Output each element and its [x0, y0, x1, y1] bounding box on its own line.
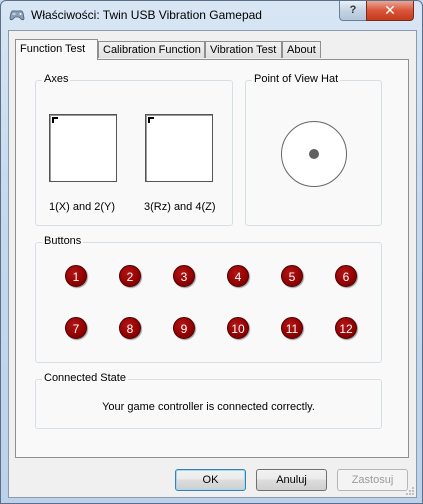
cancel-button[interactable]: Anuluj — [256, 469, 327, 491]
connected-state-message: Your game controller is connected correc… — [102, 401, 315, 413]
window-title: Właściwości: Twin USB Vibration Gamepad — [31, 8, 262, 22]
gamepad-button-2: 2 — [119, 265, 141, 287]
help-button[interactable]: ? — [339, 1, 367, 21]
axis-rz-z-display — [145, 114, 213, 182]
gamepad-button-7: 7 — [65, 317, 87, 339]
gamepad-button-11: 11 — [281, 317, 303, 339]
pov-hat-group-title: Point of View Hat — [252, 73, 341, 85]
axes-group-title: Axes — [42, 73, 71, 85]
gamepad-button-3: 3 — [173, 265, 195, 287]
gamepad-button-10: 10 — [227, 317, 249, 339]
gamepad-icon — [9, 10, 25, 21]
tab-calibration-function[interactable]: Calibration Function — [98, 41, 205, 58]
buttons-group-title: Buttons — [42, 235, 84, 247]
gamepad-button-5: 5 — [281, 265, 303, 287]
axes-group: Axes 1(X) and 2(Y) 3(Rz) and 4(Z) — [35, 73, 233, 226]
buttons-group: Buttons 1 2 3 4 5 6 7 8 9 10 11 12 — [35, 235, 382, 363]
title-bar[interactable]: Właściwości: Twin USB Vibration Gamepad … — [1, 1, 422, 29]
gamepad-button-1: 1 — [65, 265, 87, 287]
dialog-client-area: Function Test Calibration Function Vibra… — [8, 30, 417, 498]
axis-xy-marker — [52, 117, 58, 123]
axis-rz-z-label: 3(Rz) and 4(Z) — [144, 201, 216, 213]
axis-rz-z-marker — [148, 117, 154, 123]
properties-window: Właściwości: Twin USB Vibration Gamepad … — [0, 0, 423, 504]
connected-state-group: Connected State Your game controller is … — [35, 372, 382, 429]
pov-hat-indicator — [309, 149, 319, 159]
axis-xy-display — [49, 114, 117, 182]
gamepad-button-12: 12 — [335, 317, 357, 339]
gamepad-button-4: 4 — [227, 265, 249, 287]
resize-grip-icon[interactable] — [405, 486, 415, 496]
pov-hat-group: Point of View Hat — [245, 73, 382, 226]
gamepad-button-9: 9 — [173, 317, 195, 339]
gamepad-button-8: 8 — [119, 317, 141, 339]
connected-state-title: Connected State — [42, 372, 128, 384]
gamepad-button-6: 6 — [335, 265, 357, 287]
tab-strip: Function Test Calibration Function Vibra… — [15, 39, 415, 60]
tab-about[interactable]: About — [282, 41, 321, 58]
apply-button[interactable]: Zastosuj — [337, 469, 408, 491]
ok-button[interactable]: OK — [175, 469, 246, 491]
tab-function-test[interactable]: Function Test — [15, 39, 98, 60]
axis-xy-label: 1(X) and 2(Y) — [49, 201, 116, 213]
function-test-panel: Axes 1(X) and 2(Y) 3(Rz) and 4(Z) Point … — [15, 59, 409, 458]
tab-vibration-test[interactable]: Vibration Test — [205, 41, 282, 58]
pov-hat-circle — [281, 121, 347, 187]
close-button[interactable]: ✕ — [366, 1, 414, 21]
